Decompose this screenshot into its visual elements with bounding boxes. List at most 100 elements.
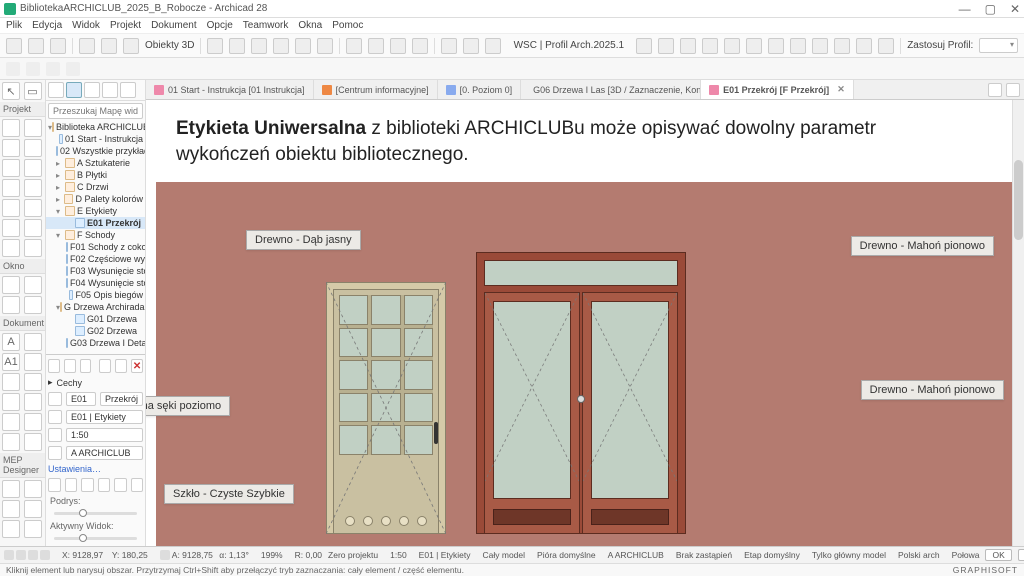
- delete-button[interactable]: ✕: [131, 359, 143, 373]
- menu-projekt[interactable]: Projekt: [110, 20, 141, 31]
- menu-dokument[interactable]: Dokument: [151, 20, 197, 31]
- menu-pomoc[interactable]: Pomoc: [332, 20, 363, 31]
- prop-btn[interactable]: [65, 478, 78, 492]
- tool[interactable]: [24, 433, 42, 451]
- window-tool[interactable]: [24, 179, 42, 197]
- tool[interactable]: [24, 296, 42, 314]
- prop-btn[interactable]: [131, 478, 144, 492]
- redo-button[interactable]: [50, 38, 66, 54]
- profile-dropdown[interactable]: [979, 38, 1018, 53]
- menu-teamwork[interactable]: Teamwork: [243, 20, 289, 31]
- tool-button[interactable]: [790, 38, 806, 54]
- tool-button[interactable]: [463, 38, 479, 54]
- tree-item[interactable]: G03 Drzewa I Detal: [46, 337, 145, 349]
- pens[interactable]: Pióra domyślne: [537, 550, 596, 560]
- model-filter[interactable]: Cały model: [483, 550, 526, 560]
- tool-button[interactable]: [636, 38, 652, 54]
- nav-tab-project[interactable]: [48, 82, 64, 98]
- viewport[interactable]: Etykieta Uniwersalna z biblioteki ARCHIC…: [146, 100, 1024, 546]
- tree-item[interactable]: ▸A Sztukaterie: [46, 157, 145, 169]
- menu-okna[interactable]: Okna: [298, 20, 322, 31]
- tool-button[interactable]: [412, 38, 428, 54]
- zoom-value[interactable]: 199%: [261, 550, 283, 560]
- mep-tool[interactable]: [2, 500, 20, 518]
- line-tool[interactable]: [2, 373, 20, 391]
- tool-button[interactable]: [878, 38, 894, 54]
- tool-button[interactable]: [812, 38, 828, 54]
- tree-root[interactable]: ▾Biblioteka ARCHICLUB - p: [46, 121, 145, 133]
- tool-button[interactable]: [66, 62, 80, 76]
- tool-button[interactable]: [368, 38, 384, 54]
- mep-tool[interactable]: [24, 500, 42, 518]
- nav-tab-viewmap[interactable]: [66, 82, 82, 98]
- id-field[interactable]: E01: [66, 392, 96, 406]
- tool-button[interactable]: [834, 38, 850, 54]
- tree-item[interactable]: F04 Wysunięcie stopn: [46, 277, 145, 289]
- tool-button[interactable]: [658, 38, 674, 54]
- tool-button[interactable]: [346, 38, 362, 54]
- door-tool[interactable]: [2, 179, 20, 197]
- arc-tool[interactable]: [24, 373, 42, 391]
- roof-tool[interactable]: [2, 159, 20, 177]
- tree-item[interactable]: G02 Drzewa: [46, 325, 145, 337]
- settings-link[interactable]: Ustawienia…: [48, 464, 101, 474]
- menu-opcje[interactable]: Opcje: [207, 20, 233, 31]
- menu-plik[interactable]: Plik: [6, 20, 22, 31]
- label-mahon-top[interactable]: Drewno - Mahoń pionowo: [851, 236, 994, 256]
- tree-item[interactable]: G01 Drzewa: [46, 313, 145, 325]
- lib-name[interactable]: A ARCHICLUB: [608, 550, 664, 560]
- polowa[interactable]: Połowa: [952, 550, 980, 560]
- door-right[interactable]: [476, 252, 686, 534]
- arrow-tool[interactable]: ↖: [2, 82, 20, 100]
- label-szklo[interactable]: Szkło - Czyste Szybkie: [164, 484, 294, 504]
- tab-tool-button[interactable]: [1006, 83, 1020, 97]
- mep-tool[interactable]: [24, 480, 42, 498]
- prop-btn[interactable]: [114, 478, 127, 492]
- scale-value[interactable]: 1:50: [390, 550, 407, 560]
- tool-button[interactable]: [229, 38, 245, 54]
- tree-item[interactable]: F03 Wysunięcie stopn: [46, 265, 145, 277]
- tool-button[interactable]: [746, 38, 762, 54]
- tool-button[interactable]: [207, 38, 223, 54]
- nav-tab-layout[interactable]: [84, 82, 100, 98]
- nav-tab-other[interactable]: [120, 82, 136, 98]
- tool-button[interactable]: [26, 62, 40, 76]
- wall-tool[interactable]: [2, 119, 20, 137]
- tool-button[interactable]: [724, 38, 740, 54]
- prop-btn[interactable]: [98, 478, 111, 492]
- tool[interactable]: [2, 276, 20, 294]
- tree-item[interactable]: ▾E Etykiety: [46, 205, 145, 217]
- morph-tool[interactable]: [24, 219, 42, 237]
- undo-button[interactable]: [28, 38, 44, 54]
- prop-btn[interactable]: [99, 359, 111, 373]
- mep-tool[interactable]: [2, 520, 20, 538]
- zone-tool[interactable]: [24, 199, 42, 217]
- tree-item[interactable]: ▾F Schody: [46, 229, 145, 241]
- tool-button[interactable]: [390, 38, 406, 54]
- zero-proj[interactable]: Zero projektu: [328, 550, 378, 560]
- tool-button[interactable]: [273, 38, 289, 54]
- tool-button[interactable]: [295, 38, 311, 54]
- dim-tool[interactable]: [24, 333, 42, 351]
- tree-item[interactable]: F02 Częściowe wyświe: [46, 253, 145, 265]
- tool-button[interactable]: [485, 38, 501, 54]
- document-tab[interactable]: [Centrum informacyjne]: [314, 80, 438, 99]
- mep-tool[interactable]: [24, 520, 42, 538]
- tool[interactable]: [24, 393, 42, 411]
- column-tool[interactable]: [24, 119, 42, 137]
- tool-button[interactable]: [680, 38, 696, 54]
- nav-tab-publisher[interactable]: [102, 82, 118, 98]
- text-tool[interactable]: A: [2, 333, 20, 351]
- tool-button[interactable]: [317, 38, 333, 54]
- tool[interactable]: [2, 393, 20, 411]
- document-tab[interactable]: 01 Start - Instrukcja [01 Instrukcja]: [146, 80, 314, 99]
- fill-tool[interactable]: [24, 353, 42, 371]
- model-only[interactable]: Tylko główny model: [812, 550, 886, 560]
- tree-item[interactable]: ▸B Płytki: [46, 169, 145, 181]
- stair-tool[interactable]: [24, 159, 42, 177]
- prop-btn[interactable]: [80, 359, 92, 373]
- objects3d-label[interactable]: Obiekty 3D: [145, 40, 194, 51]
- tree-item[interactable]: ▸C Drzwi: [46, 181, 145, 193]
- tree-item[interactable]: F01 Schody z cokołem: [46, 241, 145, 253]
- tool-button[interactable]: [123, 38, 139, 54]
